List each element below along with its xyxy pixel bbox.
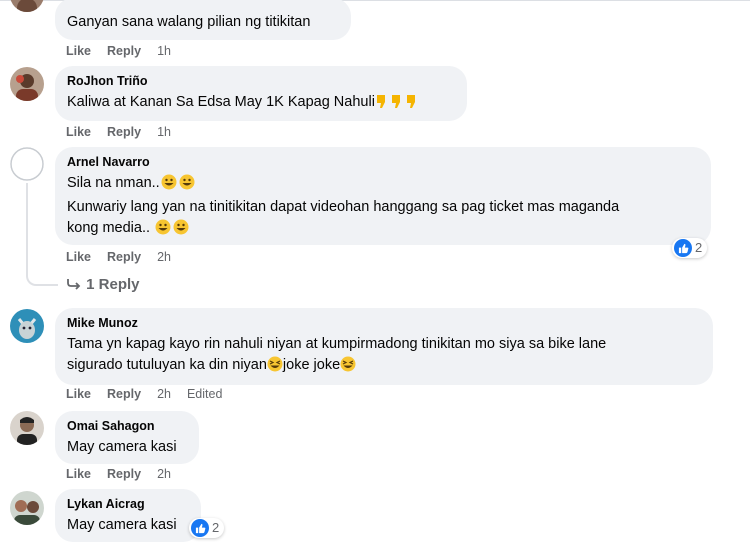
comment-author[interactable]: RoJhon Triño xyxy=(67,73,455,89)
comment-text: kong media.. xyxy=(67,220,151,236)
like-button[interactable]: Like xyxy=(66,386,91,402)
timestamp[interactable]: 2h xyxy=(157,386,171,402)
reply-arrow-icon xyxy=(66,276,82,293)
avatar[interactable] xyxy=(10,147,44,181)
view-replies-link[interactable]: 1 Reply xyxy=(66,276,140,293)
reaction-number: 2 xyxy=(212,520,220,535)
reply-button[interactable]: Reply xyxy=(107,124,141,140)
comment-bubble: Arnel Navarro Sila na nman.. Kunwariy la… xyxy=(55,147,711,245)
like-button[interactable]: Like xyxy=(66,43,91,59)
comment-text: Ganyan sana walang pilian ng titikitan xyxy=(67,14,311,30)
thread-connector xyxy=(26,262,58,286)
comment-text: May camera kasi xyxy=(67,439,177,455)
comment-text: Kaliwa at Kanan Sa Edsa May 1K Kapag Nah… xyxy=(67,94,375,110)
crazy-face-emoji-icon xyxy=(340,356,356,379)
avatar[interactable] xyxy=(10,309,44,343)
grin-emoji-icon xyxy=(154,219,192,242)
comment-author[interactable]: Omai Sahagon xyxy=(67,418,187,434)
grin-emoji-icon xyxy=(160,174,198,197)
timestamp[interactable]: 2h xyxy=(157,466,171,482)
comment-text: sigurado tutuluyan ka din niyan xyxy=(67,357,267,373)
replies-count-label: 1 Reply xyxy=(86,276,140,293)
avatar[interactable] xyxy=(10,491,44,525)
comment-bubble: Mike Munoz Tama yn kapag kayo rin nahuli… xyxy=(55,308,713,385)
edited-label: Edited xyxy=(186,387,223,401)
comment-bubble: Omai Sahagon May camera kasi xyxy=(55,411,199,464)
comment-author[interactable]: Lykan Aicrag xyxy=(67,496,189,512)
comment-bubble: Lykan Aicrag May camera kasi xyxy=(55,489,201,542)
reply-button[interactable]: Reply xyxy=(107,466,141,482)
like-button[interactable]: Like xyxy=(66,249,91,265)
comment-actions: Like Reply 1h xyxy=(66,43,187,59)
reply-button[interactable]: Reply xyxy=(107,386,141,402)
reply-button[interactable]: Reply xyxy=(107,43,141,59)
avatar[interactable] xyxy=(10,411,44,445)
avatar[interactable] xyxy=(10,67,44,101)
comment-actions: Like Reply 2h Edited xyxy=(66,386,238,402)
comment-text: Sila na nman.. xyxy=(67,175,160,191)
crazy-face-emoji-icon xyxy=(267,356,283,379)
comment-actions: Like Reply 2h xyxy=(66,466,187,482)
reaction-number: 2 xyxy=(695,240,703,255)
comment-text: May camera kasi xyxy=(67,517,177,533)
reaction-count[interactable]: 2 xyxy=(672,238,708,258)
thumbs-down-emoji-icon xyxy=(375,93,421,116)
comment-author[interactable]: Mike Munoz xyxy=(67,315,701,331)
like-button[interactable]: Like xyxy=(66,466,91,482)
comment-actions: Like Reply 2h xyxy=(66,249,187,265)
like-button[interactable]: Like xyxy=(66,124,91,140)
reaction-count[interactable]: 2 xyxy=(189,518,225,538)
comment-bubble: RoJhon Triño Kaliwa at Kanan Sa Edsa May… xyxy=(55,66,467,121)
timestamp[interactable]: 1h xyxy=(157,43,171,59)
comment-text: Kunwariy lang yan na tinitikitan dapat v… xyxy=(67,199,620,215)
timestamp[interactable]: 1h xyxy=(157,124,171,140)
comment-author[interactable]: Arnel Navarro xyxy=(67,154,699,170)
comment-text: Tama yn kapag kayo rin nahuli niyan at k… xyxy=(67,336,607,352)
comment-bubble: Ganyan sana walang pilian ng titikitan xyxy=(55,0,351,40)
thread-line xyxy=(26,183,28,263)
reply-button[interactable]: Reply xyxy=(107,249,141,265)
timestamp[interactable]: 2h xyxy=(157,249,171,265)
comment-text: joke joke xyxy=(282,357,341,373)
avatar[interactable] xyxy=(10,0,44,12)
comment-actions: Like Reply 1h xyxy=(66,124,187,140)
like-icon xyxy=(674,239,692,257)
like-icon xyxy=(191,519,209,537)
